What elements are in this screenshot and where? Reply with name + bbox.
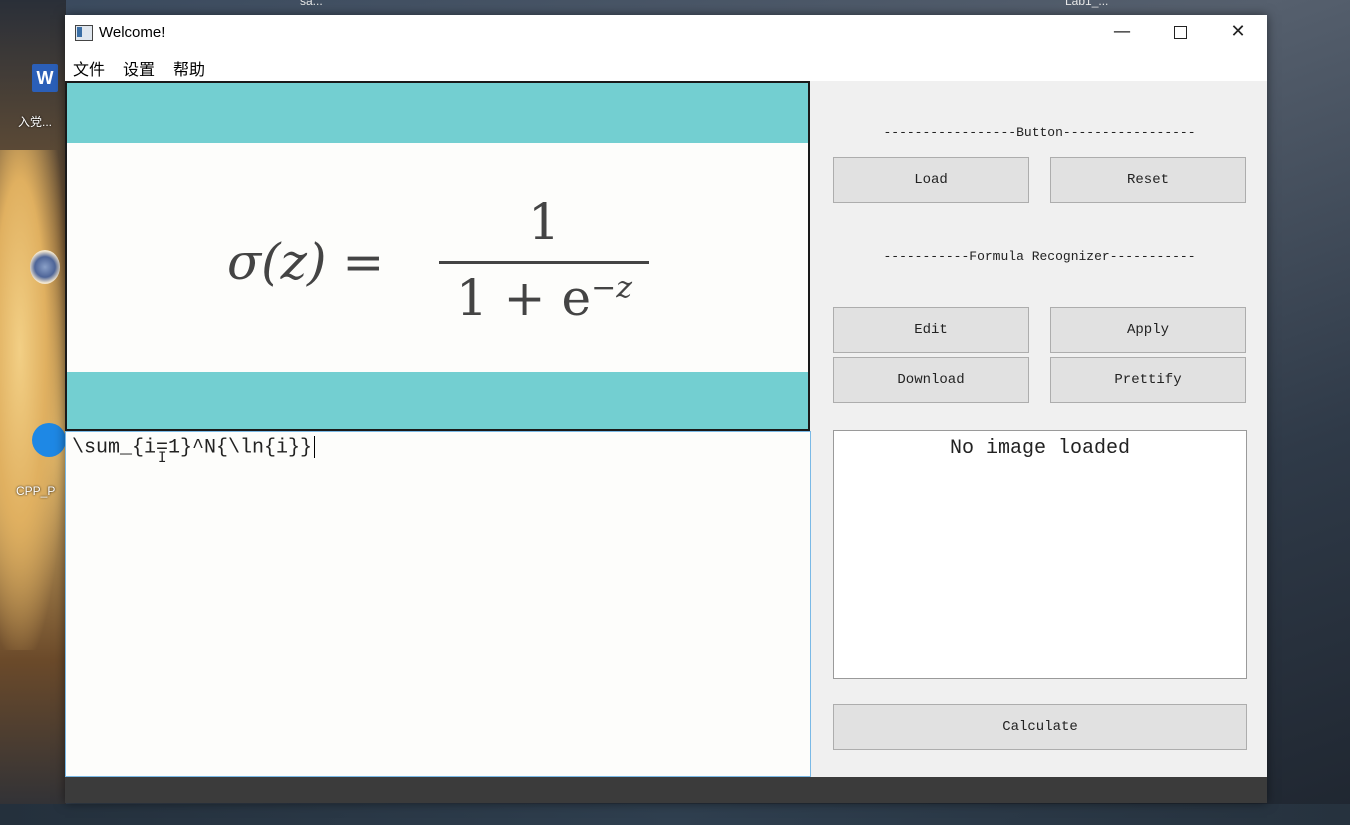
desktop-icon-label: sa... <box>300 0 323 8</box>
formula-lhs: σ(z) = <box>227 233 385 291</box>
text-caret <box>314 436 316 458</box>
app-shortcut-icon[interactable] <box>32 423 66 457</box>
desktop-icon-label: CPP_P <box>16 484 56 498</box>
button-section-divider: -----------------Button----------------- <box>883 125 1196 140</box>
recognizer-section-divider: -----------Formula Recognizer----------- <box>883 249 1196 264</box>
load-button[interactable]: Load <box>833 157 1029 203</box>
desktop-icon-label: Lab1_... <box>1065 0 1109 8</box>
maximize-button[interactable] <box>1151 15 1209 49</box>
status-message: No image loaded <box>949 437 1131 460</box>
wallpaper-eye <box>30 250 60 284</box>
menu-help[interactable]: 帮助 <box>173 56 205 80</box>
taskbar-area <box>0 804 1350 825</box>
menu-file[interactable]: 文件 <box>73 56 105 80</box>
denominator-exponent: −z <box>591 270 633 306</box>
latex-editor[interactable]: \sum_{i=1}^N{\ln{i}} I <box>65 431 811 777</box>
formula-denominator: 1 + e−z <box>439 269 649 327</box>
calculate-button[interactable]: Calculate <box>833 704 1247 750</box>
reset-button[interactable]: Reset <box>1050 157 1246 203</box>
latex-input-text[interactable]: \sum_{i=1}^N{\ln{i}} <box>72 436 316 460</box>
wallpaper-character <box>0 150 66 650</box>
menu-settings[interactable]: 设置 <box>123 56 155 80</box>
latex-value: \sum_{i=1}^N{\ln{i}} <box>72 436 313 460</box>
formula-preview: σ(z) = 1 1 + e−z <box>65 81 810 431</box>
prettify-button[interactable]: Prettify <box>1050 357 1246 403</box>
menu-bar: 文件 设置 帮助 <box>65 51 1267 81</box>
fraction-bar <box>439 261 649 264</box>
app-window-icon <box>75 25 93 41</box>
window-bottom-strip <box>65 777 1267 803</box>
result-display: No image loaded <box>833 430 1247 679</box>
maximize-icon <box>1173 25 1187 39</box>
apply-button[interactable]: Apply <box>1050 307 1246 353</box>
edit-button[interactable]: Edit <box>833 307 1029 353</box>
title-bar[interactable]: Welcome! — ✕ <box>65 15 1267 51</box>
window-title: Welcome! <box>99 24 166 41</box>
formula-numerator: 1 <box>528 193 560 251</box>
ibeam-cursor-icon: I <box>158 450 167 466</box>
word-document-icon[interactable]: W <box>32 64 58 92</box>
minimize-button[interactable]: — <box>1093 15 1151 49</box>
denominator-base: 1 + e <box>455 269 592 327</box>
app-window: Welcome! — ✕ 文件 设置 帮助 σ(z) = 1 1 + e−z \… <box>65 15 1267 803</box>
desktop-icon-label: 入党... <box>18 115 53 129</box>
formula-canvas: σ(z) = 1 1 + e−z <box>67 143 808 372</box>
download-button[interactable]: Download <box>833 357 1029 403</box>
close-button[interactable]: ✕ <box>1209 15 1267 49</box>
